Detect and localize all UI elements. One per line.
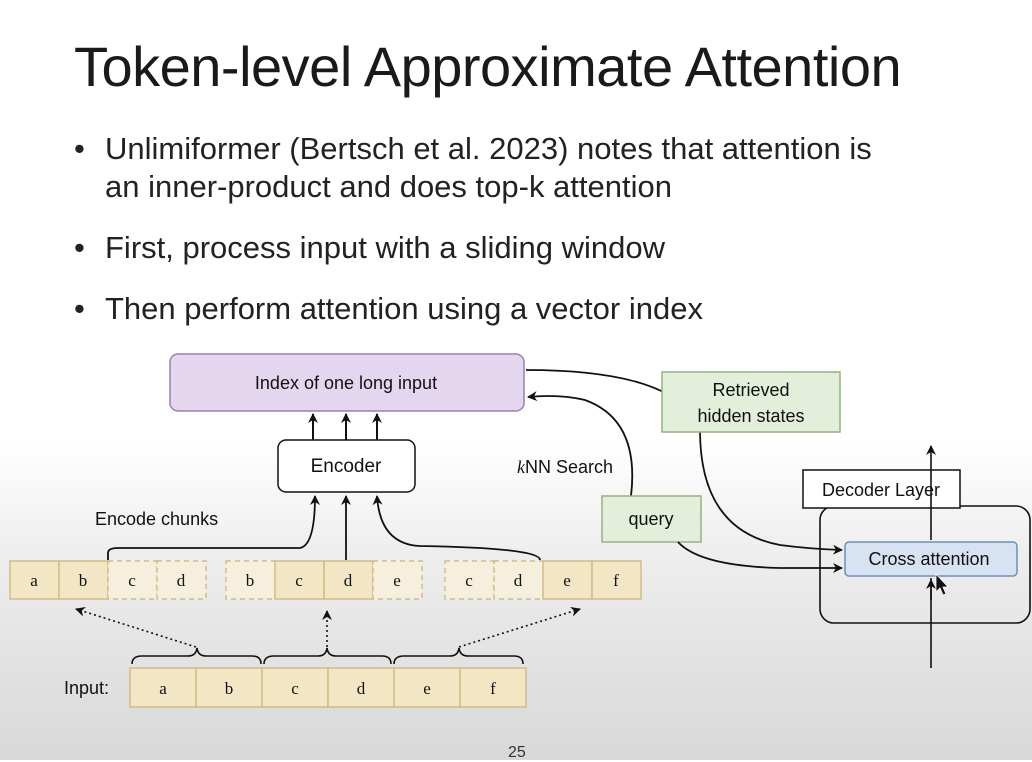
retrieved-line2: hidden states — [697, 406, 804, 426]
index-label: Index of one long input — [255, 373, 437, 393]
token-label: d — [344, 571, 353, 590]
chunk-3: c d e f — [444, 560, 642, 600]
token-label: a — [30, 571, 38, 590]
token-label: d — [177, 571, 186, 590]
token-label: e — [423, 679, 431, 698]
mouse-cursor-icon — [935, 572, 949, 596]
token-label: a — [159, 679, 167, 698]
query-label: query — [628, 509, 673, 529]
chunk-2: b c d e — [225, 560, 423, 600]
encode-chunks-label: Encode chunks — [95, 509, 218, 529]
token-label: f — [490, 679, 496, 698]
token-label: b — [246, 571, 255, 590]
token-label: c — [295, 571, 303, 590]
unlimiformer-diagram: Index of one long input Encoder Encode c… — [9, 353, 1031, 708]
token-label: b — [225, 679, 234, 698]
input-tokens: a b c d e f — [129, 667, 527, 708]
query-to-cross-attention-arrow — [677, 541, 843, 573]
retrieved-line1: Retrieved — [712, 380, 789, 400]
token-label: b — [79, 571, 88, 590]
knn-search-label: kNN Search — [517, 457, 613, 477]
input-label: Input: — [64, 678, 109, 698]
decoder-layer-label: Decoder Layer — [822, 480, 940, 500]
token-label: e — [563, 571, 571, 590]
token-label: c — [291, 679, 299, 698]
input-braces — [131, 647, 524, 665]
token-label: d — [514, 571, 523, 590]
chunk-1: a b c d — [9, 560, 207, 600]
knn-search-arrow — [527, 391, 634, 497]
token-label: d — [357, 679, 366, 698]
token-label: e — [393, 571, 401, 590]
knn-rest: NN Search — [525, 457, 613, 477]
encoder-output-arrows — [308, 413, 382, 440]
encoder-label: Encoder — [311, 456, 382, 477]
cross-attention-label: Cross attention — [868, 549, 989, 569]
token-label: c — [465, 571, 473, 590]
brace-to-chunk-arrows — [75, 606, 581, 648]
token-label: c — [128, 571, 136, 590]
token-label: f — [613, 571, 619, 590]
page-number: 25 — [508, 744, 526, 761]
